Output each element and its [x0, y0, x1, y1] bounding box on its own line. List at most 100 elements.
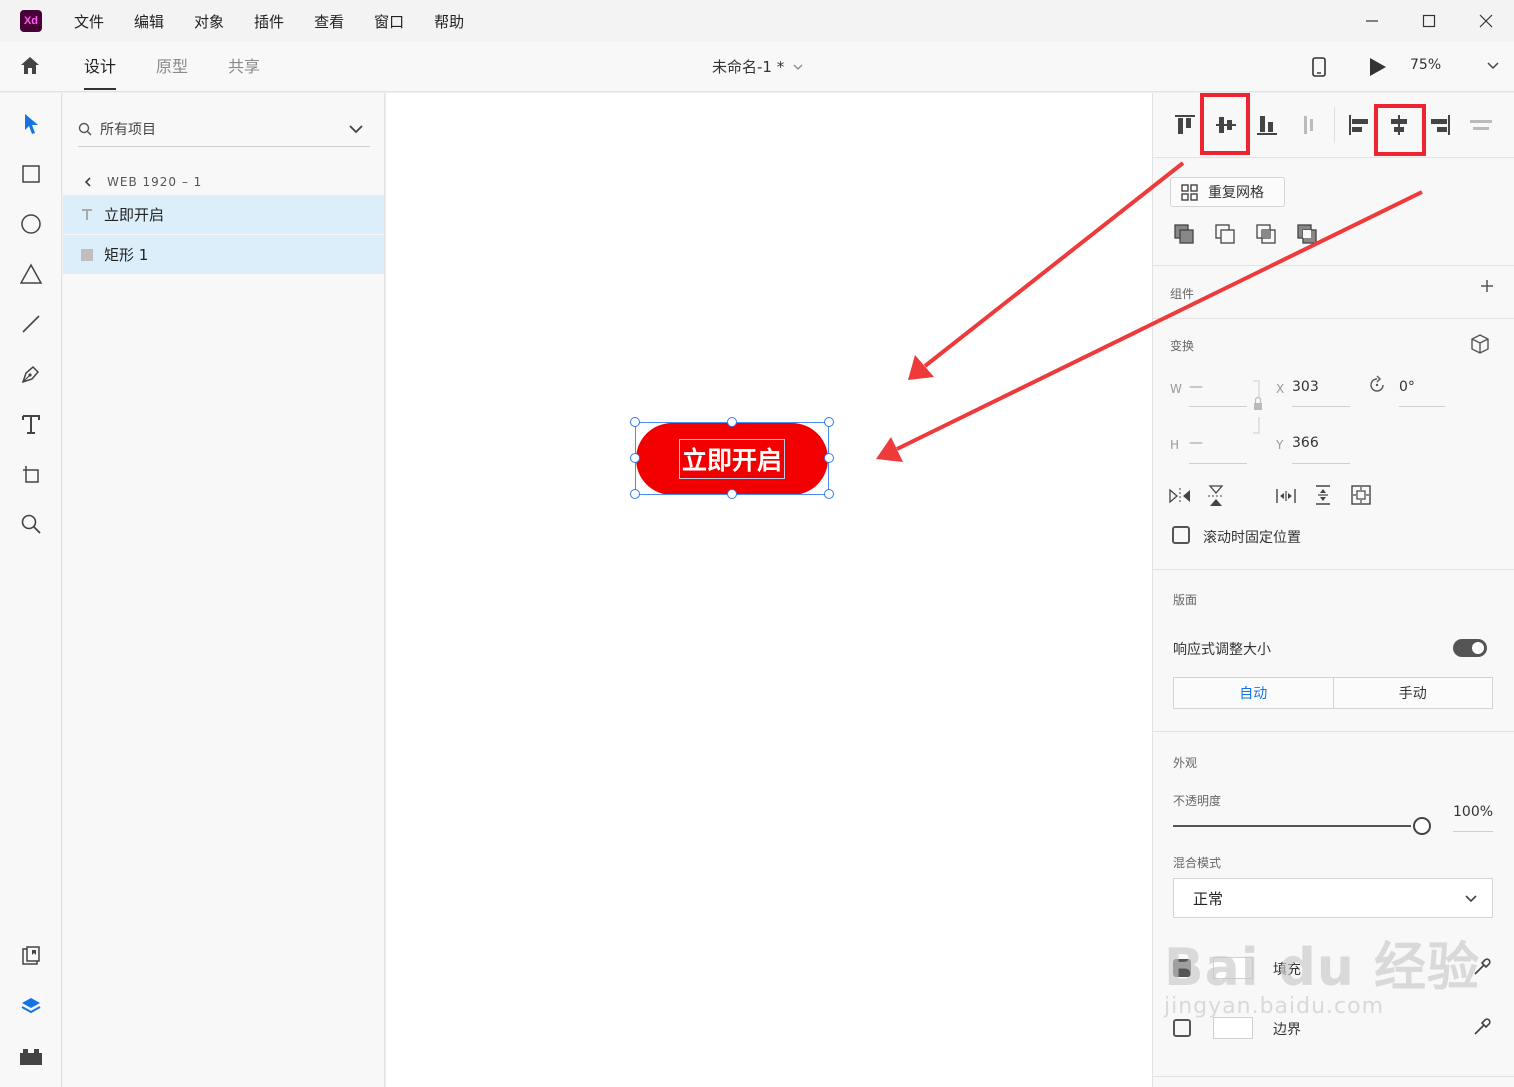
document-assets-button[interactable] — [19, 944, 43, 968]
resize-handle-right[interactable] — [824, 453, 834, 463]
resize-handle-bottom-right[interactable] — [824, 489, 834, 499]
section-divider — [1153, 1076, 1514, 1077]
document-title[interactable]: 未命名-1 * — [712, 42, 804, 92]
selection-box — [635, 422, 829, 495]
plugins-button[interactable] — [19, 1044, 43, 1068]
align-top-button[interactable] — [1173, 113, 1197, 137]
blend-mode-select[interactable]: 正常 — [1173, 878, 1493, 918]
boolean-exclude-button[interactable] — [1296, 223, 1318, 245]
section-divider — [1153, 318, 1514, 319]
close-button[interactable] — [1457, 0, 1514, 42]
y-field[interactable]: 366 — [1292, 435, 1319, 451]
tab-design[interactable]: 设计 — [84, 42, 117, 92]
border-eyedropper-button[interactable] — [1471, 1016, 1493, 1038]
align-bottom-button[interactable] — [1255, 113, 1279, 137]
flip-horizontal-button[interactable] — [1169, 486, 1191, 506]
resize-handle-left[interactable] — [630, 453, 640, 463]
distribute-vertical-button[interactable] — [1296, 113, 1320, 137]
select-tool[interactable] — [19, 112, 43, 136]
padding-all-button[interactable] — [1350, 484, 1372, 506]
opacity-value-field[interactable]: 100% — [1453, 804, 1493, 820]
rectangle-tool[interactable] — [19, 162, 43, 186]
search-icon — [78, 122, 92, 136]
lock-aspect-button[interactable] — [1251, 379, 1263, 435]
zoom-select[interactable]: 75% — [1410, 42, 1500, 92]
ellipse-tool[interactable] — [19, 212, 43, 236]
layer-item-label: 立即开启 — [104, 206, 165, 224]
rotation-field[interactable]: 0° — [1399, 379, 1415, 395]
padding-horizontal-button[interactable] — [1275, 486, 1297, 506]
plus-icon — [1481, 280, 1493, 292]
menu-help[interactable]: 帮助 — [434, 11, 464, 32]
minimize-button[interactable] — [1343, 0, 1400, 42]
line-tool[interactable] — [19, 312, 43, 336]
responsive-resize-toggle[interactable] — [1453, 639, 1487, 657]
repeat-grid-label: 重复网格 — [1208, 185, 1264, 201]
zoom-value: 75% — [1410, 57, 1442, 73]
layers-button[interactable] — [19, 994, 43, 1018]
opacity-slider-track[interactable] — [1173, 825, 1411, 827]
opacity-slider-handle[interactable] — [1413, 817, 1431, 835]
chevron-down-icon — [1465, 895, 1477, 903]
padding-vertical-button[interactable] — [1313, 484, 1333, 506]
home-button[interactable] — [18, 54, 42, 78]
height-field[interactable]: — — [1189, 435, 1203, 451]
layer-item-rectangle[interactable]: 矩形 1 — [63, 235, 384, 274]
align-left-button[interactable] — [1347, 113, 1371, 137]
artboard-breadcrumb[interactable]: WEB 1920 – 1 — [83, 175, 202, 189]
border-color-swatch[interactable] — [1213, 1017, 1253, 1039]
add-component-button[interactable] — [1480, 279, 1494, 293]
pen-tool[interactable] — [19, 362, 43, 386]
mode-auto-button[interactable]: 自动 — [1174, 678, 1334, 708]
3d-transform-button[interactable] — [1469, 333, 1491, 355]
border-checkbox[interactable] — [1173, 1019, 1191, 1037]
distribute-horizontal-button[interactable] — [1469, 113, 1493, 137]
responsive-resize-label: 响应式调整大小 — [1173, 642, 1271, 658]
boolean-add-button[interactable] — [1173, 223, 1195, 245]
artboard-canvas[interactable]: 立即开启 — [386, 93, 1152, 1087]
blend-mode-label: 混合模式 — [1173, 856, 1222, 870]
boolean-subtract-button[interactable] — [1214, 223, 1236, 245]
resize-handle-top[interactable] — [727, 417, 737, 427]
menu-file[interactable]: 文件 — [74, 11, 104, 32]
maximize-icon — [1422, 14, 1435, 28]
boolean-add-icon — [1174, 224, 1194, 244]
resize-handle-top-right[interactable] — [824, 417, 834, 427]
menu-edit[interactable]: 编辑 — [134, 11, 164, 32]
padding-all-icon — [1351, 485, 1371, 505]
zoom-tool[interactable] — [19, 512, 43, 536]
home-icon — [21, 57, 39, 74]
menu-plugins[interactable]: 插件 — [254, 11, 284, 32]
width-field[interactable]: — — [1189, 379, 1203, 395]
boolean-intersect-button[interactable] — [1255, 223, 1277, 245]
menu-window[interactable]: 窗口 — [374, 11, 404, 32]
maximize-button[interactable] — [1400, 0, 1457, 42]
field-underline — [1189, 463, 1247, 464]
layer-item-text[interactable]: 立即开启 — [63, 195, 384, 234]
align-right-button[interactable] — [1428, 113, 1452, 137]
tab-share[interactable]: 共享 — [228, 42, 260, 92]
play-button[interactable] — [1366, 56, 1388, 78]
line-icon — [22, 315, 40, 333]
text-tool[interactable] — [19, 412, 43, 436]
menu-bar: 文件 编辑 对象 插件 查看 窗口 帮助 — [74, 11, 494, 32]
layer-filter-label: 所有项目 — [100, 121, 156, 138]
phone-icon — [1312, 57, 1326, 77]
tab-prototype[interactable]: 原型 — [156, 42, 188, 92]
polygon-tool[interactable] — [19, 262, 43, 286]
resize-handle-bottom-left[interactable] — [630, 489, 640, 499]
repeat-grid-button[interactable]: 重复网格 — [1170, 177, 1285, 207]
flip-horizontal-icon — [1169, 488, 1190, 504]
resize-handle-bottom[interactable] — [727, 489, 737, 499]
device-preview-button[interactable] — [1308, 56, 1330, 78]
fix-position-checkbox[interactable] — [1172, 526, 1190, 544]
resize-handle-top-left[interactable] — [630, 417, 640, 427]
menu-view[interactable]: 查看 — [314, 11, 344, 32]
mode-manual-button[interactable]: 手动 — [1334, 678, 1493, 708]
flip-vertical-button[interactable] — [1206, 485, 1226, 507]
x-field[interactable]: 303 — [1292, 379, 1319, 395]
layer-filter-select[interactable]: 所有项目 — [78, 111, 370, 147]
menu-object[interactable]: 对象 — [194, 11, 224, 32]
artboard-tool[interactable] — [19, 462, 43, 486]
boolean-subtract-icon — [1215, 224, 1235, 244]
